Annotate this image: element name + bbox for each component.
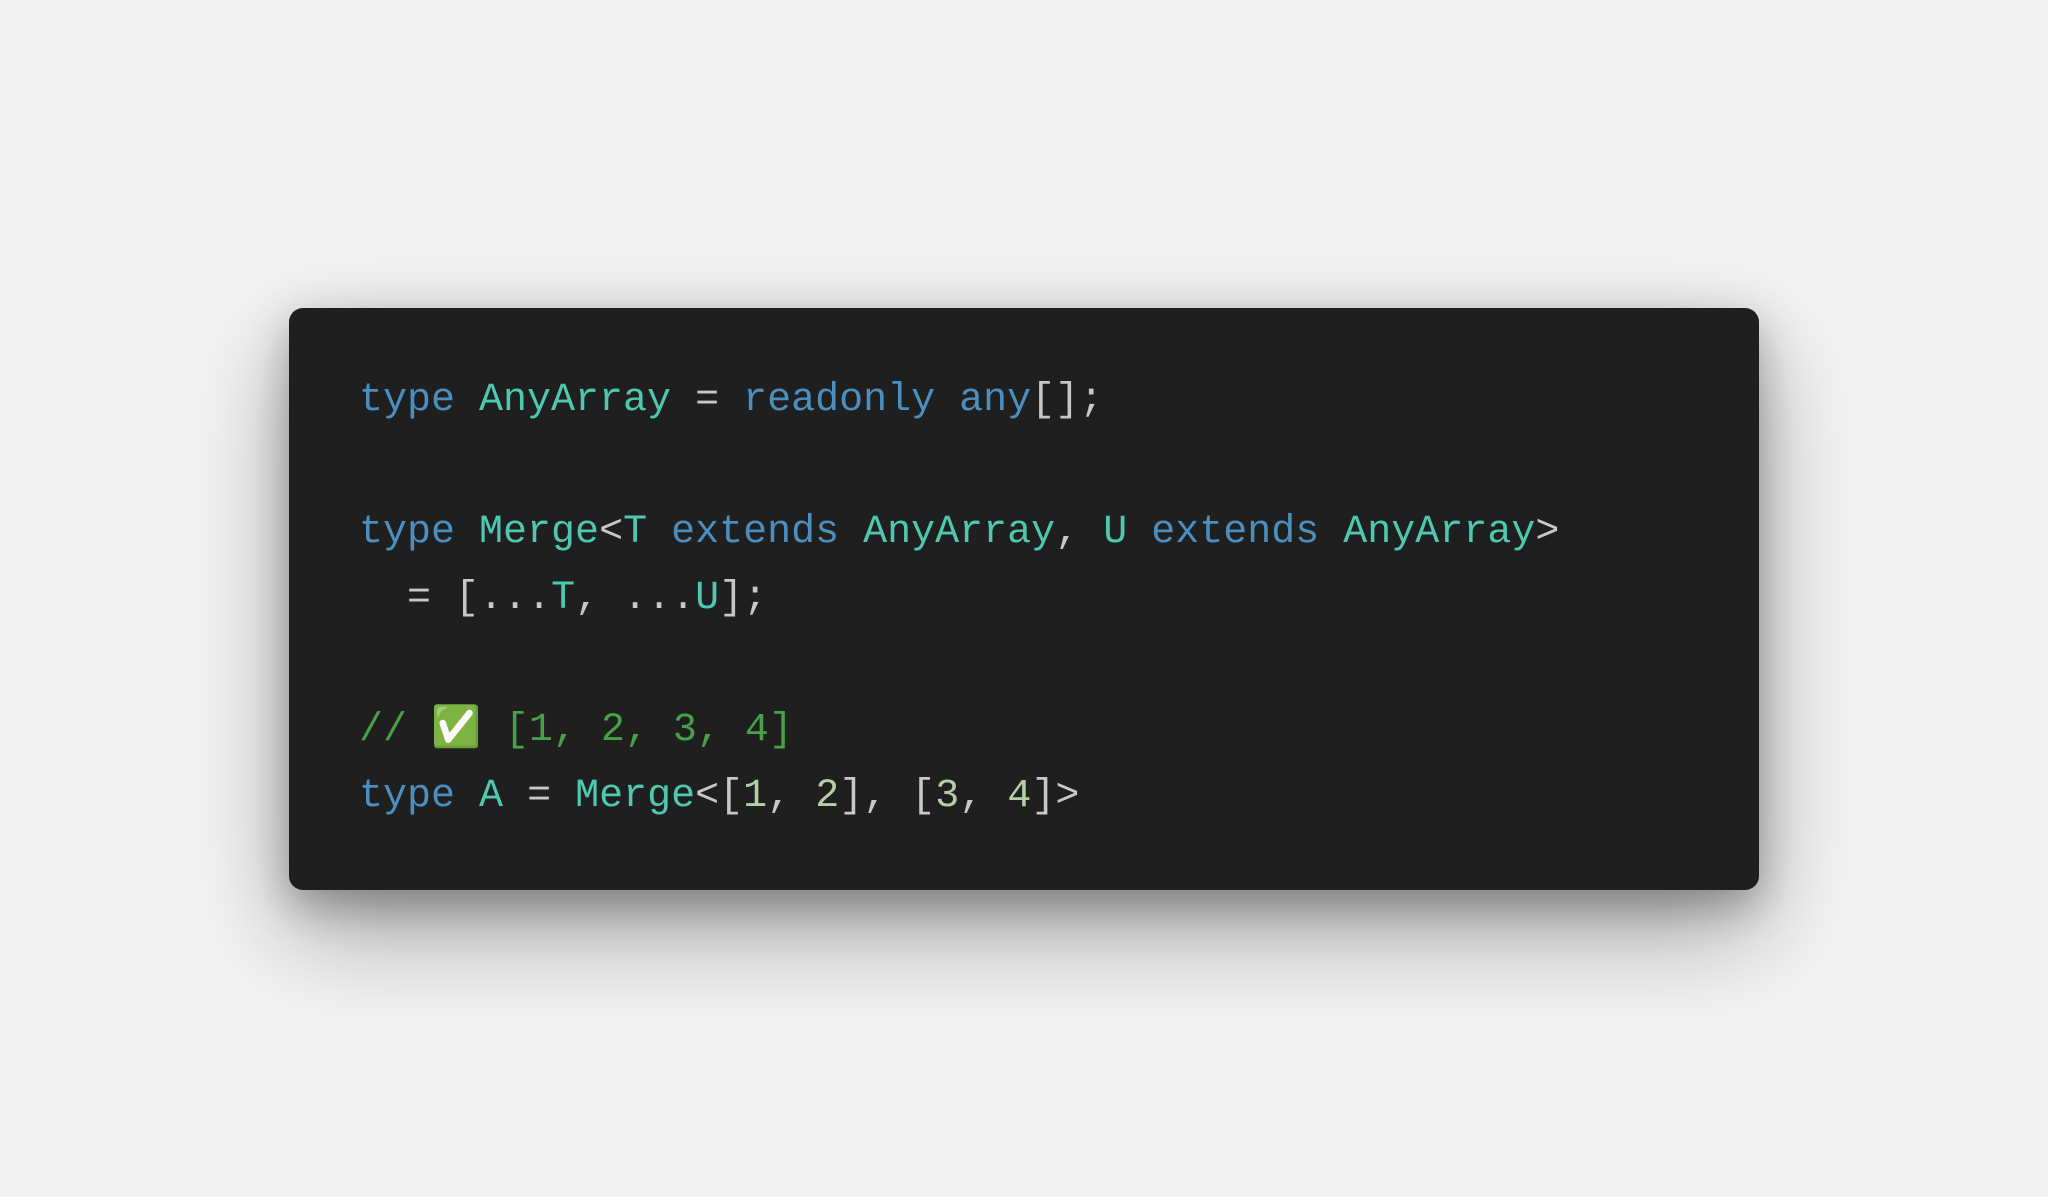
type-variable: U [1103,510,1127,555]
type-variable: U [695,576,719,621]
spread-operator: ... [623,576,695,621]
blank-line [359,632,1689,698]
code-snippet-card: type AnyArray = readonly any[]; type Mer… [289,308,1759,890]
keyword-any: any [959,378,1031,423]
type-ref: Merge [575,774,695,819]
equals-operator: = [527,774,551,819]
type-name: A [479,774,503,819]
code-line-6: // ✅ [1, 2, 3, 4] [359,698,1689,764]
bracket-close: ] [719,576,743,621]
type-variable: T [551,576,575,621]
keyword-type: type [359,378,455,423]
angle-bracket-open: < [599,510,623,555]
semicolon: ; [1079,378,1103,423]
bracket-open: [ [455,576,479,621]
type-ref: AnyArray [1343,510,1535,555]
angle-bracket-close: > [1055,774,1079,819]
number-literal: 3 [935,774,959,819]
code-line-1: type AnyArray = readonly any[]; [359,368,1689,434]
bracket-open: [ [719,774,743,819]
keyword-extends: extends [671,510,839,555]
comma: , [959,774,983,819]
blank-line [359,434,1689,500]
comment: // ✅ [1, 2, 3, 4] [359,708,793,753]
angle-bracket-close: > [1535,510,1559,555]
type-name: AnyArray [479,378,671,423]
comma: , [863,774,887,819]
equals-operator: = [695,378,719,423]
code-line-7: type A = Merge<[1, 2], [3, 4]> [359,764,1689,830]
keyword-type: type [359,774,455,819]
type-variable: T [623,510,647,555]
number-literal: 2 [815,774,839,819]
bracket-open: [ [911,774,935,819]
type-name: Merge [479,510,599,555]
brackets: [] [1031,378,1079,423]
code-line-4: = [...T, ...U]; [359,566,1689,632]
spread-operator: ... [479,576,551,621]
comma: , [1055,510,1079,555]
number-literal: 4 [1007,774,1031,819]
keyword-type: type [359,510,455,555]
keyword-readonly: readonly [743,378,935,423]
comma: , [767,774,791,819]
angle-bracket-open: < [695,774,719,819]
comma: , [575,576,599,621]
bracket-close: ] [839,774,863,819]
type-ref: AnyArray [863,510,1055,555]
number-literal: 1 [743,774,767,819]
code-line-3: type Merge<T extends AnyArray, U extends… [359,500,1689,566]
equals-operator: = [407,576,431,621]
keyword-extends: extends [1151,510,1319,555]
bracket-close: ] [1031,774,1055,819]
semicolon: ; [743,576,767,621]
